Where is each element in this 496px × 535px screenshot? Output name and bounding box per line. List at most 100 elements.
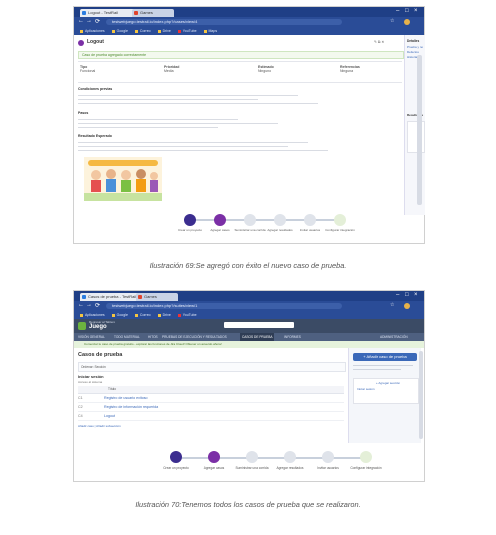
add-test-case-button[interactable]: + Añadir caso de prueba [353, 353, 417, 361]
close-icon[interactable]: × [414, 292, 418, 298]
section-heading: Pasos [78, 111, 89, 115]
bookmark[interactable]: Drive [157, 27, 171, 35]
step-invite-icon[interactable] [304, 214, 316, 226]
text-line [78, 146, 288, 147]
bookmark-label: Drive [162, 313, 171, 317]
bookmark[interactable]: Google [111, 311, 128, 319]
bookmark[interactable]: Aplicaciones [80, 27, 105, 35]
nav-tab-runs[interactable]: PRUEBAS DE EJECUCIÓN Y RESULTADOS [162, 333, 227, 341]
scrollbar[interactable] [419, 351, 423, 439]
step-create-project-icon[interactable] [184, 214, 196, 226]
footer-links[interactable]: Añadir caso | Añadir subsección [78, 424, 121, 428]
text-line [78, 127, 218, 128]
maximize-icon[interactable]: □ [405, 292, 409, 298]
step-create-project-icon[interactable] [170, 451, 182, 463]
caption-figure-69: Ilustración 69:Se agregó con éxito el nu… [149, 261, 347, 270]
field-type: Tipo Funcional [80, 65, 95, 73]
search-input[interactable] [224, 322, 294, 328]
avatar[interactable] [404, 19, 410, 25]
forward-icon[interactable]: → [86, 18, 92, 24]
nav-tab-todo[interactable]: TODO MATERIAL [114, 333, 140, 341]
url-field[interactable]: testwebjuego.testrail.io/index.php?/suit… [106, 303, 342, 309]
edit-link[interactable]: ✎ ⧉ ✕ [374, 40, 384, 44]
screenshot-test-case-added: Logout - TestRail Games – □ × ← → ⟳ test… [74, 7, 425, 243]
close-icon[interactable]: × [414, 8, 418, 14]
section-heading: Condiciones previas [78, 87, 113, 91]
nav-tab-admin[interactable]: ADMINISTRACIÓN [380, 333, 408, 341]
table-row[interactable]: C4 Logout [78, 412, 344, 421]
tab-label: Games [144, 294, 157, 299]
browser-tab[interactable]: Logout - TestRail [80, 9, 136, 17]
bookmark[interactable]: YouTube [177, 27, 197, 35]
section-heading: Resultado Esperado [78, 134, 112, 138]
case-title[interactable]: Registro de usuario exitoso [104, 396, 148, 400]
browser-tab[interactable]: Games [136, 293, 178, 301]
step-invite-icon[interactable] [322, 451, 334, 463]
step-run-icon[interactable] [244, 214, 256, 226]
minimize-icon[interactable]: – [396, 8, 399, 14]
filter-toolbar: Ordenar: Sección [78, 362, 346, 372]
nav-tab-overview[interactable]: VISIÓN GENERAL [78, 333, 105, 341]
bookmark[interactable]: Drive [157, 311, 171, 319]
step-integration-icon[interactable] [334, 214, 346, 226]
step-label: Agregar casos [203, 466, 225, 470]
bookmark[interactable]: Maps [203, 27, 217, 35]
table-row[interactable]: C1 Registro de usuario exitoso [78, 394, 344, 403]
page-title: Casos de prueba [78, 352, 123, 358]
case-title[interactable]: Registro de información requerida [104, 405, 158, 409]
star-icon[interactable]: ☆ [390, 18, 394, 24]
bookmark-label: Correo [139, 29, 151, 33]
back-icon[interactable]: ← [78, 18, 84, 24]
table-row[interactable]: C2 Registro de información requerida [78, 403, 344, 412]
step-run-icon[interactable] [246, 451, 258, 463]
bookmark[interactable]: Aplicaciones [80, 311, 105, 319]
avatar[interactable] [404, 303, 410, 309]
case-title[interactable]: Logout [104, 414, 115, 418]
nav-tab-milestones[interactable]: HITOS [148, 333, 158, 341]
text-line [78, 123, 278, 124]
side-panel-title: Detalles [407, 39, 420, 43]
bookmark[interactable]: Correo [134, 27, 151, 35]
nav-tab-reports[interactable]: INFORMES [284, 333, 301, 341]
star-icon[interactable]: ☆ [390, 302, 394, 308]
forward-icon[interactable]: → [86, 302, 92, 308]
side-panel-item[interactable]: Defectos [407, 50, 423, 54]
steps-track [174, 457, 364, 459]
bookmark-label: YouTube [182, 29, 197, 33]
nav-tab-test-cases[interactable]: CASOS DE PRUEBA [240, 333, 275, 341]
bookmarks-bar: Aplicaciones Google Correo Drive YouTube… [74, 27, 424, 35]
bookmark[interactable]: Correo [134, 311, 151, 319]
side-panel-item[interactable]: Prueba y resultados [407, 45, 423, 49]
tree-item-section[interactable]: Iniciar sesión [357, 387, 375, 391]
add-section-button[interactable]: + Agregar sección [376, 381, 400, 385]
sidebar: + Añadir caso de prueba + Agregar secció… [348, 348, 421, 443]
back-icon[interactable]: ← [78, 302, 84, 308]
reload-icon[interactable]: ⟳ [95, 18, 100, 25]
browser-tab[interactable]: Games [132, 9, 174, 17]
text-line [353, 369, 401, 370]
url-field[interactable]: testwebjuego.testrail.io/index.php?/case… [106, 19, 342, 25]
step-label: Configurar integración [325, 228, 355, 232]
fields-table: Tipo Funcional Prioridad Media Estimado Nin… [78, 61, 402, 83]
scrollbar[interactable] [417, 55, 422, 205]
games-tab-icon [134, 11, 138, 15]
browser-tab[interactable]: Casos de prueba - TestRail [80, 293, 140, 301]
page-title: Logout [87, 39, 104, 45]
step-results-icon[interactable] [274, 214, 286, 226]
bookmark-label: Drive [162, 29, 171, 33]
step-add-cases-icon[interactable] [214, 214, 226, 226]
bookmark[interactable]: YouTube [177, 311, 197, 319]
step-results-icon[interactable] [284, 451, 296, 463]
reload-icon[interactable]: ⟳ [95, 302, 100, 309]
field-references: Referencias Ninguna [340, 65, 360, 73]
step-add-cases-icon[interactable] [208, 451, 220, 463]
maximize-icon[interactable]: □ [405, 8, 409, 14]
promo-banner: Comenzar tu caso de prueba gratuito - ex… [74, 341, 424, 348]
step-integration-icon[interactable] [360, 451, 372, 463]
bookmark-label: Google [116, 29, 128, 33]
text-line [78, 119, 238, 120]
bookmark[interactable]: Google [111, 27, 128, 35]
minimize-icon[interactable]: – [396, 292, 399, 298]
testrail-tab-icon [82, 295, 86, 299]
sort-select[interactable]: Ordenar: Sección [81, 363, 106, 371]
